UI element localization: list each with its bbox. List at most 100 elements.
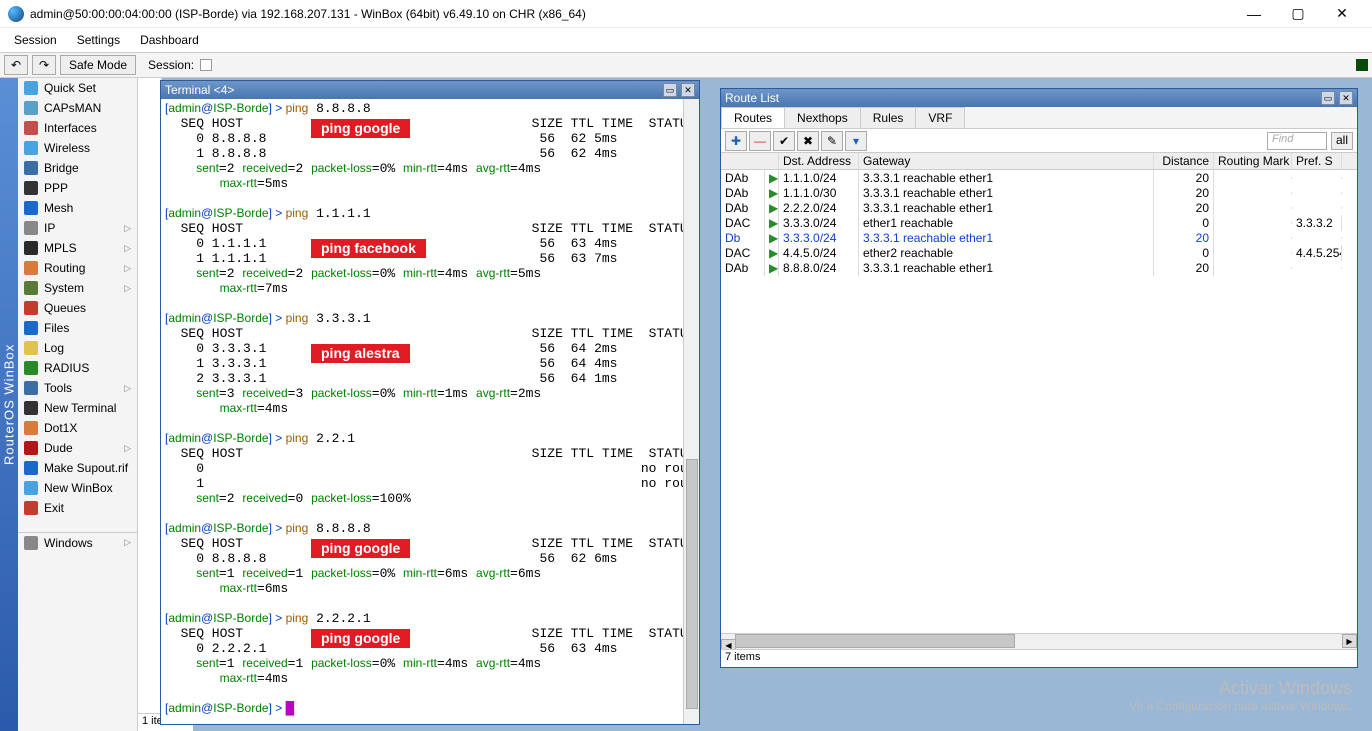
winbox-icon	[8, 6, 24, 22]
hdr-dst[interactable]: Dst. Address	[779, 153, 859, 169]
routelist-titlebar[interactable]: Route List ▭ ✕	[721, 89, 1357, 107]
sidebar-item-make-supout.rif[interactable]: Make Supout.rif	[18, 458, 137, 478]
routelist-window: Route List ▭ ✕ Routes Nexthops Rules VRF…	[720, 88, 1358, 668]
tab-nexthops[interactable]: Nexthops	[784, 107, 861, 128]
sidebar-label: New Terminal	[44, 401, 116, 415]
routelist-close-button[interactable]: ✕	[1339, 91, 1353, 105]
sidebar-item-interfaces[interactable]: Interfaces	[18, 118, 137, 138]
sidebar-item-wireless[interactable]: Wireless	[18, 138, 137, 158]
watermark-line1: Activar Windows	[1129, 678, 1352, 699]
menu-dashboard[interactable]: Dashboard	[130, 31, 209, 49]
hdr-distance[interactable]: Distance	[1154, 153, 1214, 169]
redo-button[interactable]: ↷	[32, 55, 56, 75]
annotation-label: ping google	[311, 539, 410, 558]
sidebar-item-routing[interactable]: Routing▷	[18, 258, 137, 278]
routelist-min-button[interactable]: ▭	[1321, 91, 1335, 105]
hscroll-right[interactable]: ▶	[1342, 634, 1357, 648]
hdr-flags[interactable]	[721, 153, 779, 169]
routelist-tabs: Routes Nexthops Rules VRF	[721, 107, 1357, 129]
sidebar-icon	[24, 241, 38, 255]
route-header[interactable]: Dst. Address Gateway Distance Routing Ma…	[721, 153, 1357, 170]
sidebar-item-windows[interactable]: Windows▷	[18, 532, 137, 552]
sidebar-item-new-terminal[interactable]: New Terminal	[18, 398, 137, 418]
submenu-arrow-icon: ▷	[124, 383, 131, 394]
sidebar-icon	[24, 321, 38, 335]
sidebar-icon	[24, 281, 38, 295]
routeros-tab[interactable]: RouterOS WinBox	[0, 78, 18, 731]
terminal-titlebar[interactable]: Terminal <4> ▭ ✕	[161, 81, 699, 99]
remove-button[interactable]: —	[749, 131, 771, 151]
sidebar-label: Bridge	[44, 161, 79, 175]
sidebar-icon	[24, 361, 38, 375]
menu-session[interactable]: Session	[4, 31, 67, 49]
sidebar-item-dot1x[interactable]: Dot1X	[18, 418, 137, 438]
tab-vrf[interactable]: VRF	[915, 107, 965, 128]
maximize-button[interactable]: ▢	[1276, 0, 1320, 28]
sidebar-item-radius[interactable]: RADIUS	[18, 358, 137, 378]
sidebar-item-dude[interactable]: Dude▷	[18, 438, 137, 458]
sidebar-item-ppp[interactable]: PPP	[18, 178, 137, 198]
hscroll-thumb[interactable]	[735, 634, 1015, 648]
sidebar-item-quick-set[interactable]: Quick Set	[18, 78, 137, 98]
enable-button[interactable]: ✔	[773, 131, 795, 151]
tab-routes[interactable]: Routes	[721, 107, 785, 128]
sidebar-label: System	[44, 281, 84, 295]
all-dropdown[interactable]: all	[1331, 132, 1353, 150]
add-button[interactable]: ✚	[725, 131, 747, 151]
close-button[interactable]: ✕	[1320, 0, 1364, 28]
sidebar-item-tools[interactable]: Tools ▷	[18, 378, 137, 398]
route-row[interactable]: DAb▶2.2.2.0/243.3.3.1 reachable ether120	[721, 200, 1357, 215]
terminal-min-button[interactable]: ▭	[663, 83, 677, 97]
terminal-close-button[interactable]: ✕	[681, 83, 695, 97]
sidebar-item-files[interactable]: Files	[18, 318, 137, 338]
routelist-footer: 7 items	[721, 649, 1357, 667]
filter-button[interactable]: ▾	[845, 131, 867, 151]
sidebar-item-mesh[interactable]: Mesh	[18, 198, 137, 218]
sidebar-icon	[24, 201, 38, 215]
find-input[interactable]: Find	[1267, 132, 1327, 150]
sidebar-item-exit[interactable]: Exit	[18, 498, 137, 518]
sidebar-item-capsman[interactable]: CAPsMAN	[18, 98, 137, 118]
sidebar-item-ip[interactable]: IP▷	[18, 218, 137, 238]
minimize-button[interactable]: —	[1232, 0, 1276, 28]
route-row[interactable]: DAb▶8.8.8.0/243.3.3.1 reachable ether120	[721, 260, 1357, 275]
route-row[interactable]: DAC▶4.4.5.0/24ether2 reachable04.4.5.254	[721, 245, 1357, 260]
sidebar-item-bridge[interactable]: Bridge	[18, 158, 137, 178]
disable-button[interactable]: ✖	[797, 131, 819, 151]
terminal-scrollbar[interactable]	[683, 99, 699, 724]
hdr-pref-src[interactable]: Pref. S	[1292, 153, 1342, 169]
sidebar-item-mpls[interactable]: MPLS▷	[18, 238, 137, 258]
session-checkbox[interactable]	[200, 59, 212, 71]
route-row[interactable]: DAC▶3.3.3.0/24ether1 reachable03.3.3.2	[721, 215, 1357, 230]
sidebar-label: Tools	[44, 381, 72, 395]
comment-button[interactable]: ✎	[821, 131, 843, 151]
undo-button[interactable]: ↶	[4, 55, 28, 75]
annotation-label: ping google	[311, 119, 410, 138]
routelist-hscroll[interactable]: ◀ ▶	[721, 633, 1357, 649]
sidebar-label: Interfaces	[44, 121, 97, 135]
sidebar-item-queues[interactable]: Queues	[18, 298, 137, 318]
sidebar-item-log[interactable]: Log	[18, 338, 137, 358]
terminal-body[interactable]: [admin@ISP-Borde] > ping 8.8.8.8 SEQ HOS…	[161, 99, 699, 724]
sidebar-icon	[24, 101, 38, 115]
sidebar-label: Log	[44, 341, 64, 355]
menu-settings[interactable]: Settings	[67, 31, 130, 49]
safe-mode-button[interactable]: Safe Mode	[60, 55, 136, 75]
route-row[interactable]: DAb▶1.1.1.0/303.3.3.1 reachable ether120	[721, 185, 1357, 200]
route-row[interactable]: Db▶3.3.3.0/243.3.3.1 reachable ether120	[721, 230, 1357, 245]
sidebar-label: Make Supout.rif	[44, 461, 128, 475]
terminal-scroll-thumb[interactable]	[686, 459, 698, 709]
sidebar-item-system[interactable]: System▷	[18, 278, 137, 298]
routelist-toolbar: ✚ — ✔ ✖ ✎ ▾ Find all	[721, 129, 1357, 153]
terminal-title: Terminal <4>	[165, 83, 659, 97]
sidebar-icon	[24, 536, 38, 550]
sidebar-icon	[24, 381, 38, 395]
sidebar-label: Quick Set	[44, 81, 96, 95]
watermark-line2: Ve a Configuración para activar Windows.	[1129, 699, 1352, 713]
tab-rules[interactable]: Rules	[860, 107, 917, 128]
sidebar-item-new-winbox[interactable]: New WinBox	[18, 478, 137, 498]
hdr-gateway[interactable]: Gateway	[859, 153, 1154, 169]
sidebar-icon	[24, 501, 38, 515]
route-row[interactable]: DAb▶1.1.1.0/243.3.3.1 reachable ether120	[721, 170, 1357, 185]
hdr-routing-mark[interactable]: Routing Mark	[1214, 153, 1292, 169]
